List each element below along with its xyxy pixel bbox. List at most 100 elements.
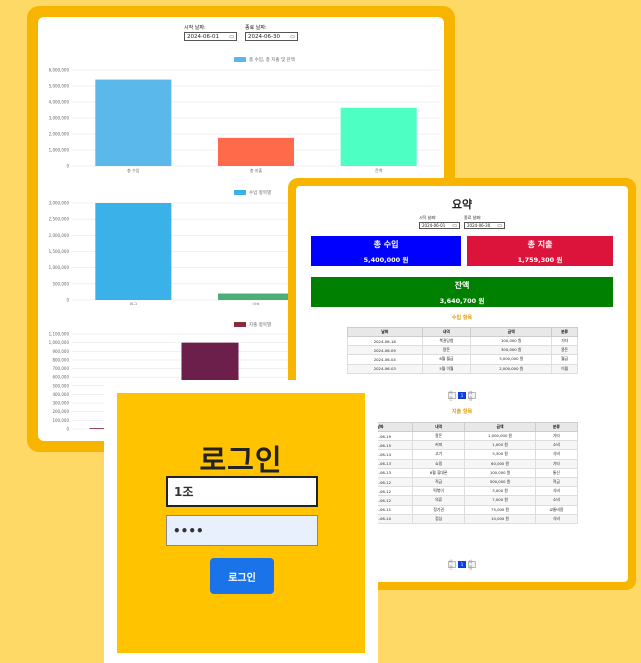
- table-cell: 300,000 원: [470, 345, 553, 356]
- x-tick-label: 총 지출: [250, 167, 263, 173]
- y-tick-label: 3,000,000: [49, 201, 70, 206]
- table-cell: 6월 월급: [421, 354, 472, 365]
- end-date-group: 종료 날짜: 2024-06-30 ▭: [245, 24, 298, 41]
- column-header: 금액: [470, 327, 553, 337]
- table-cell: 100,000 원: [464, 467, 536, 478]
- income-row: 2024-06-09 용돈 300,000 원 용돈: [347, 345, 578, 356]
- table-cell: 2,000,000 원: [470, 363, 553, 374]
- date-filter: 시작 날짜: 2024-06-01 ▭ 종료 날짜: 2024-06-30 ▭: [38, 24, 444, 41]
- total-expense-box: 총 지출 1,759,300 원: [467, 236, 613, 266]
- total-income-value: 5,400,000 원: [363, 255, 409, 264]
- y-tick-label: 1,500,000: [49, 249, 70, 254]
- login-title: 로그인: [199, 443, 283, 477]
- table-cell: 식비: [534, 449, 579, 460]
- username-input[interactable]: 1조: [166, 476, 318, 507]
- table-cell: 쇼핑: [411, 458, 466, 469]
- expense-row: 2024-06-13 6월 휴대폰 100,000 원 통신: [347, 467, 579, 478]
- table-cell: 월급: [551, 354, 578, 365]
- x-tick-label: 이자: [252, 301, 260, 305]
- y-tick-label: 0: [66, 427, 69, 432]
- table-cell: 적금: [534, 476, 579, 488]
- table-cell: 통신: [534, 467, 579, 478]
- table-cell: 식비: [534, 513, 579, 524]
- end-date-input[interactable]: 2024-06-30 ▭: [245, 32, 298, 41]
- legend-label: 지출 항목별: [249, 321, 271, 328]
- summary-end-date-input[interactable]: 2024-06-30 ▭: [464, 222, 505, 229]
- total-expense-value: 1,759,300 원: [517, 255, 563, 264]
- table-cell: 의류: [411, 495, 466, 506]
- table-cell: 1,000,000 원: [464, 430, 536, 442]
- pager-next-button[interactable]: 다음: [468, 390, 476, 401]
- table-cell: 10,000 원: [464, 513, 536, 524]
- x-tick-label: 월급: [130, 301, 138, 305]
- table-cell: 2024-06-09: [347, 345, 423, 356]
- y-tick-label: 700,000: [52, 366, 69, 371]
- summary-start-date-value: 2024-06-01: [422, 223, 446, 228]
- table-cell: 기타: [534, 458, 579, 469]
- table-cell: 500,000 원: [464, 476, 536, 488]
- column-header: 날짜: [347, 327, 423, 337]
- balance-box: 잔액 3,640,700 원: [311, 277, 613, 307]
- start-date-input[interactable]: 2024-06-01 ▭: [184, 32, 237, 41]
- table-cell: 교통비용: [534, 504, 579, 515]
- y-tick-label: 400,000: [52, 392, 69, 397]
- x-tick-label: 총 수입: [127, 167, 140, 173]
- y-tick-label: 2,500,000: [49, 217, 70, 222]
- table-cell: 3,000 원: [464, 486, 536, 497]
- y-tick-label: 500,000: [52, 281, 69, 286]
- income-row: 2024-06-04 6월 월급 3,000,000 원 월급: [347, 354, 578, 365]
- y-tick-label: 1,000,000: [49, 340, 70, 345]
- table-cell: 복권당첨: [421, 335, 472, 347]
- login-button[interactable]: 로그인: [210, 558, 274, 594]
- y-tick-label: 500,000: [52, 383, 69, 388]
- expense-row: 2024-06-11 정기권 75,000 원 교통비용: [347, 504, 579, 515]
- calendar-icon[interactable]: ▭: [229, 34, 234, 40]
- legend-swatch: [234, 322, 246, 327]
- y-tick-label: 3,000,000: [49, 116, 70, 121]
- calendar-icon[interactable]: ▭: [452, 223, 457, 229]
- y-tick-label: 1,000,000: [49, 148, 70, 153]
- table-cell: 점심: [411, 513, 466, 524]
- start-date-label: 시작 날짜:: [184, 25, 206, 31]
- summary-title: 요약: [451, 198, 473, 211]
- table-cell: 100,000 원: [470, 335, 553, 347]
- start-date-group: 시작 날짜: 2024-06-01 ▭: [184, 24, 237, 41]
- table-cell: 75,000 원: [464, 504, 536, 515]
- pager-prev-button[interactable]: 이전: [448, 390, 456, 401]
- end-date-value: 2024-06-30: [248, 33, 280, 40]
- bar: [217, 293, 295, 300]
- column-header: 분류: [534, 422, 579, 432]
- calendar-icon[interactable]: ▭: [497, 223, 502, 229]
- bar: [217, 137, 295, 166]
- legend-label: 총 수입, 총 지출 및 잔액: [249, 56, 295, 63]
- table-cell: 적금: [411, 476, 466, 488]
- password-input[interactable]: ••••: [166, 515, 318, 546]
- table-cell: 소비: [534, 440, 579, 451]
- table-cell: 3,000,000 원: [470, 354, 553, 365]
- summary-end-label: 종료 날짜:: [464, 215, 482, 220]
- pager-page-button[interactable]: 1: [458, 561, 466, 568]
- column-header: 내역: [411, 422, 466, 432]
- legend-swatch: [234, 57, 246, 62]
- total-income-box: 총 수입 5,400,000 원: [311, 236, 461, 266]
- column-header: 분류: [551, 327, 578, 337]
- expense-row: 2024-06-12 의류 7,000 원 소비: [347, 495, 579, 506]
- pager-next-button[interactable]: 다음: [468, 559, 476, 570]
- table-cell: 2024-06-03: [347, 363, 423, 374]
- pager-page-button[interactable]: 1: [458, 392, 466, 399]
- expense-row: 2024-06-10 점심 10,000 원 식비: [347, 513, 579, 524]
- expense-row: 2024-06-19 용돈 1,000,000 원 기타: [347, 430, 579, 442]
- y-tick-label: 6,000,000: [49, 68, 70, 73]
- expense-row: 2024-06-14 고기 3,300 원 식비: [347, 449, 579, 460]
- summary-date-filter: 시작 날짜: 2024-06-01 ▭ 종료 날짜: 2024-06-30 ▭: [296, 215, 628, 229]
- pager-prev-button[interactable]: 이전: [448, 559, 456, 570]
- income-row: 2024-06-03 5월 이월 2,000,000 원 이월: [347, 363, 578, 374]
- calendar-icon[interactable]: ▭: [290, 34, 295, 40]
- total-expense-label: 총 지출: [527, 239, 553, 249]
- table-cell: 용돈: [551, 345, 578, 356]
- summary-start-date-input[interactable]: 2024-06-01 ▭: [419, 222, 460, 229]
- table-header-row: 날짜 내역 금액 분류: [347, 327, 578, 337]
- total-income-label: 총 수입: [373, 239, 399, 249]
- y-tick-label: 0: [66, 298, 69, 303]
- y-tick-label: 1,100,000: [49, 332, 70, 337]
